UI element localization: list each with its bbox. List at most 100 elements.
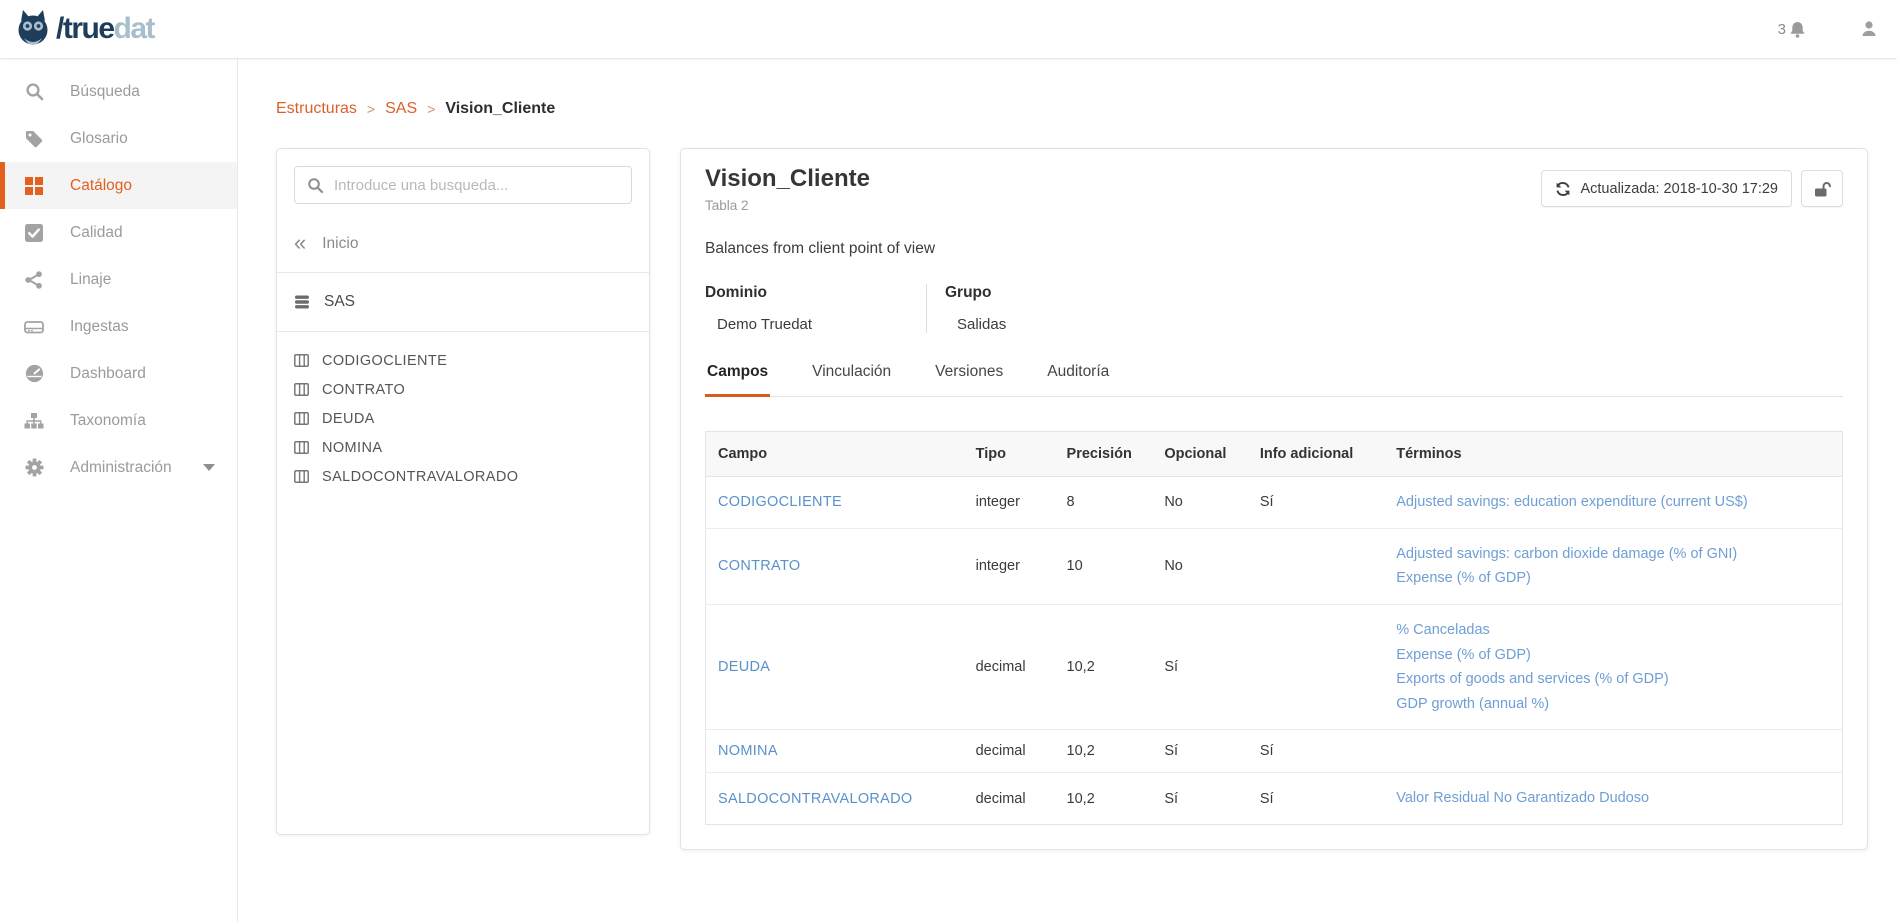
term-link[interactable]: Exports of goods and services (% of GDP) — [1396, 667, 1668, 692]
divider — [277, 272, 649, 273]
term-link[interactable]: Valor Residual No Garantizado Dudoso — [1396, 786, 1649, 811]
search-icon — [307, 177, 324, 194]
field-terms — [1384, 730, 1842, 773]
tree-item-contrato[interactable]: CONTRATO — [277, 375, 649, 404]
sidebar-item-label: Dashboard — [70, 365, 146, 383]
unlock-button[interactable] — [1801, 170, 1843, 207]
sidebar-item-calidad[interactable]: Calidad — [0, 209, 237, 256]
table-row: CODIGOCLIENTE integer 8 No Sí Adjusted s… — [706, 477, 1843, 529]
tree-item-codigocliente[interactable]: CODIGOCLIENTE — [277, 346, 649, 375]
table-columns-icon — [294, 470, 309, 483]
logo-text: /truedat — [56, 14, 154, 44]
table-row: SALDOCONTRAVALORADO decimal 10,2 Sí Sí V… — [706, 773, 1843, 825]
breadcrumb-estructuras[interactable]: Estructuras — [276, 100, 357, 118]
refresh-updated-button[interactable]: Actualizada: 2018-10-30 17:29 — [1541, 170, 1792, 207]
field-link[interactable]: CODIGOCLIENTE — [718, 494, 842, 510]
chevron-down-icon — [203, 464, 215, 471]
sidebar-item-taxonomia[interactable]: Taxonomía — [0, 397, 237, 444]
sidebar-item-catalogo[interactable]: Catálogo — [0, 162, 237, 209]
sidebar-item-dashboard[interactable]: Dashboard — [0, 350, 237, 397]
tab-campos[interactable]: Campos — [705, 363, 770, 397]
field-link[interactable]: NOMINA — [718, 743, 778, 759]
tree-item-label: NOMINA — [322, 440, 382, 456]
group-label: Grupo — [945, 284, 1006, 302]
sidebar-item-label: Administración — [70, 459, 172, 477]
tree-item-label: CONTRATO — [322, 382, 405, 398]
user-menu-button[interactable] — [1859, 19, 1879, 39]
field-link[interactable]: DEUDA — [718, 659, 770, 675]
tree-item-nomina[interactable]: NOMINA — [277, 433, 649, 462]
domain-group-section: Dominio Demo Truedat Grupo Salidas — [705, 284, 1843, 333]
structure-detail-panel: Vision_Cliente Tabla 2 Actualizada: 2018… — [680, 148, 1868, 850]
sidebar-item-administracion[interactable]: Administración — [0, 444, 237, 491]
sidebar-item-glosario[interactable]: Glosario — [0, 115, 237, 162]
tab-vinculacion[interactable]: Vinculación — [810, 363, 893, 396]
truedat-logo[interactable]: /truedat — [14, 9, 154, 49]
tab-versiones[interactable]: Versiones — [933, 363, 1005, 396]
side-navigation: Búsqueda Glosario Catálogo — [0, 58, 238, 922]
col-header-opcional: Opcional — [1152, 432, 1248, 477]
gear-icon — [24, 458, 44, 478]
user-icon — [1859, 19, 1879, 39]
tree-back-label: Inicio — [322, 235, 358, 253]
breadcrumb-separator: > — [367, 101, 375, 117]
database-icon — [294, 294, 310, 310]
field-optional: Sí — [1152, 773, 1248, 825]
fields-table: Campo Tipo Precisión Opcional Info adici… — [705, 431, 1843, 825]
breadcrumb-sas[interactable]: SAS — [385, 100, 417, 118]
tree-item-saldocontravalorado[interactable]: SALDOCONTRAVALORADO — [277, 462, 649, 491]
term-link[interactable]: Expense (% of GDP) — [1396, 566, 1531, 591]
top-header: /truedat 3 — [0, 0, 1897, 58]
structure-tree-panel: « Inicio SAS CODIGOCLIENTE CONTRATO — [276, 148, 650, 835]
tree-search-input[interactable] — [334, 177, 619, 194]
table-columns-icon — [294, 354, 309, 367]
sidebar-item-ingestas[interactable]: Ingestas — [0, 303, 237, 350]
col-header-campo: Campo — [706, 432, 964, 477]
term-link[interactable]: Expense (% of GDP) — [1396, 643, 1531, 668]
share-icon — [24, 270, 44, 290]
tree-root-label: SAS — [324, 293, 355, 311]
tree-item-deuda[interactable]: DEUDA — [277, 404, 649, 433]
breadcrumb: Estructuras > SAS > Vision_Cliente — [276, 100, 555, 118]
sidebar-item-linaje[interactable]: Linaje — [0, 256, 237, 303]
drive-icon — [24, 317, 44, 337]
sidebar-item-label: Calidad — [70, 224, 123, 242]
term-link[interactable]: Adjusted savings: carbon dioxide damage … — [1396, 542, 1737, 567]
table-row: NOMINA decimal 10,2 Sí Sí — [706, 730, 1843, 773]
term-link[interactable]: Adjusted savings: education expenditure … — [1396, 490, 1747, 515]
col-header-terminos: Términos — [1384, 432, 1842, 477]
field-type: decimal — [964, 604, 1055, 730]
divider — [277, 331, 649, 332]
notifications-button[interactable]: 3 — [1778, 20, 1807, 39]
sidebar-item-busqueda[interactable]: Búsqueda — [0, 68, 237, 115]
term-link[interactable]: GDP growth (annual %) — [1396, 692, 1549, 717]
owl-logo-icon — [14, 9, 52, 49]
breadcrumb-separator: > — [427, 101, 435, 117]
domain-value: Demo Truedat — [705, 316, 906, 333]
sidebar-item-label: Glosario — [70, 130, 128, 148]
table-columns-icon — [294, 383, 309, 396]
table-row: CONTRATO integer 10 No Adjusted savings:… — [706, 528, 1843, 604]
refresh-icon — [1555, 181, 1571, 197]
field-optional: No — [1152, 477, 1248, 529]
col-header-info-adicional: Info adicional — [1248, 432, 1384, 477]
tree-back-inicio[interactable]: « Inicio — [277, 230, 649, 258]
tree-search-box — [294, 166, 632, 204]
field-precision: 10 — [1055, 528, 1153, 604]
field-type: decimal — [964, 773, 1055, 825]
tree-list: CODIGOCLIENTE CONTRATO DEUDA NOMINA SALD… — [277, 346, 649, 491]
field-terms: Adjusted savings: carbon dioxide damage … — [1384, 528, 1842, 604]
sitemap-icon — [24, 411, 44, 431]
tab-auditoria[interactable]: Auditoría — [1045, 363, 1111, 396]
notification-count: 3 — [1778, 21, 1786, 38]
field-link[interactable]: CONTRATO — [718, 558, 800, 574]
detail-tabs: Campos Vinculación Versiones Auditoría — [705, 363, 1843, 397]
check-square-icon — [24, 223, 44, 243]
domain-label: Dominio — [705, 284, 906, 302]
field-terms: % Canceladas Expense (% of GDP) Exports … — [1384, 604, 1842, 730]
term-link[interactable]: % Canceladas — [1396, 618, 1490, 643]
field-link[interactable]: SALDOCONTRAVALORADO — [718, 791, 913, 807]
field-optional: No — [1152, 528, 1248, 604]
field-additional-info — [1248, 528, 1384, 604]
tree-root-sas[interactable]: SAS — [277, 287, 649, 317]
